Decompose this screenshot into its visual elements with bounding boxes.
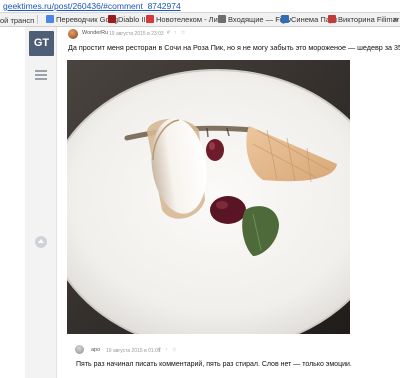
comment-text: Да простит меня ресторан в Сочи на Роза … xyxy=(68,43,400,52)
bookmark-label: ой трансп xyxy=(0,16,35,25)
bookmark-label: Diablo III xyxy=(118,15,148,24)
scroll-to-top-icon[interactable] xyxy=(35,236,47,248)
diablo-icon xyxy=(108,15,116,23)
google-translate-icon xyxy=(46,15,54,23)
bookmark-item-transport[interactable]: ой трансп xyxy=(0,15,39,25)
comment-username[interactable]: apo xyxy=(91,347,100,353)
reply-icon[interactable]: ↑ xyxy=(174,30,177,36)
filimar-icon xyxy=(328,15,336,23)
site-logo[interactable]: GT xyxy=(29,31,54,56)
bookmark-icon[interactable]: ☆ xyxy=(181,30,185,36)
bookmark-icon[interactable]: ☆ xyxy=(172,347,176,353)
bookmark-item-filimar[interactable]: Викторина Filimar xyxy=(328,15,399,25)
avatar[interactable] xyxy=(75,345,84,354)
bookmark-label: Новотелеком - Ли xyxy=(156,15,218,24)
link-icon[interactable]: # xyxy=(158,347,161,353)
comment-username[interactable]: WonderRu xyxy=(82,30,108,36)
comment-date[interactable]: 19 августа 2015 в 01:01 xyxy=(106,348,161,354)
dessert-photo xyxy=(67,60,350,334)
avatar[interactable] xyxy=(68,29,78,39)
url-text[interactable]: geektimes.ru/post/260436/#comment_874297… xyxy=(3,1,181,11)
hamburger-menu-icon[interactable] xyxy=(35,70,47,80)
bookmark-label: Викторина Filimar xyxy=(338,15,400,24)
mail-icon xyxy=(218,15,226,23)
novotelecom-icon xyxy=(146,15,154,23)
cinema-park-icon xyxy=(281,15,289,23)
page-margin xyxy=(0,27,25,378)
bookmarks-bar: ой трансп Переводчик Goog Diablo III Нов… xyxy=(0,13,400,27)
bookmarks-overflow-icon[interactable]: » xyxy=(393,14,398,24)
comment: apo 19 августа 2015 в 01:01 # ↑ ☆ Пять р… xyxy=(64,340,400,378)
link-icon[interactable]: # xyxy=(167,30,170,36)
bookmark-item-novotelecom[interactable]: Новотелеком - Ли xyxy=(146,15,218,25)
comment-text: Пять раз начинал писать комментарий, пят… xyxy=(76,361,352,368)
reply-icon[interactable]: ↑ xyxy=(165,347,168,353)
bookmark-item-diablo[interactable]: Diablo III xyxy=(108,15,148,25)
address-bar[interactable]: geektimes.ru/post/260436/#comment_874297… xyxy=(0,0,400,13)
comment-date[interactable]: 19 августа 2015 в 23:03 xyxy=(109,31,164,37)
